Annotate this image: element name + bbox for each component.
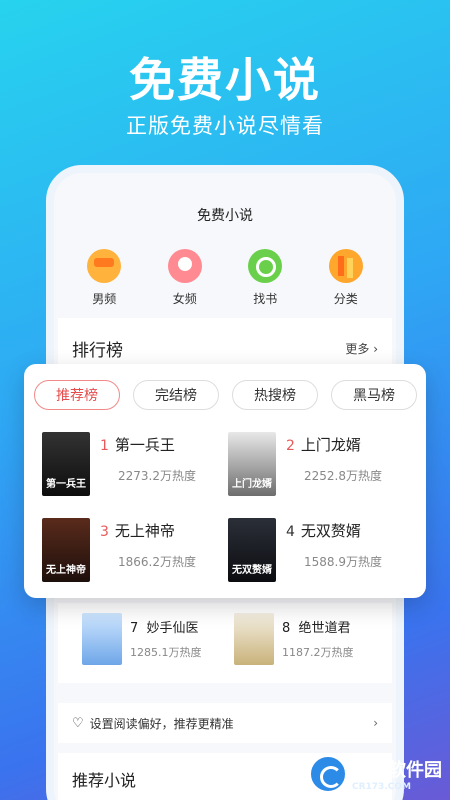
category-male[interactable]: 男频 [74,249,134,307]
category-label: 女频 [172,292,197,306]
book-cover [82,613,122,665]
book-name: 第一兵王 [114,436,175,454]
book-rank: 4 [286,524,295,540]
ranking-card: 推荐榜 完结榜 热搜榜 黑马榜 第一兵王 1 第一兵王 2273.2万热度 上门龙… [24,364,426,598]
book-rank: 7 [130,621,139,636]
list-item[interactable]: 7 妙手仙医 1285.1万热度 [82,613,202,665]
book-cover: 第一兵王 [42,432,90,496]
ranking-title: 排行榜 [72,340,123,361]
category-row: 男频 女频 找书 分类 [64,249,386,307]
book-heat: 1187.2万热度 [282,646,354,659]
list-item[interactable]: 第一兵王 1 第一兵王 2273.2万热度 [42,432,196,496]
male-channel-icon [87,249,122,283]
list-item[interactable]: 上门龙婿 2 上门龙婿 2252.8万热度 [228,432,382,496]
category-label: 找书 [253,292,278,306]
book-name: 无上神帝 [114,522,175,540]
book-rank: 8 [282,621,291,636]
ranking-tabs: 推荐榜 完结榜 热搜榜 黑马榜 [34,380,417,410]
book-name: 绝世道君 [298,621,351,636]
ranking-lower-list: 7 妙手仙医 1285.1万热度 8 绝世道君 1187.2万热度 [58,603,392,683]
site-watermark: 西西软件园 CR173.COM [308,754,442,794]
cover-title: 第一兵王 [46,479,86,490]
find-book-icon [248,249,283,283]
category-label: 分类 [333,292,358,306]
cover-title: 无双赘婿 [232,565,272,576]
book-heat: 1588.9万热度 [304,555,382,569]
book-rank: 3 [100,524,109,540]
cover-title: 无上神帝 [46,565,86,576]
book-name: 上门龙婿 [300,436,361,454]
category-icon [328,249,363,283]
ranking-more-link[interactable]: 更多 › [345,340,378,357]
book-heat: 1866.2万热度 [118,555,196,569]
category-find-book[interactable]: 找书 [235,249,295,307]
heart-icon: ♡ [72,715,84,731]
book-rank: 2 [286,438,295,454]
watermark-site: CR173.COM [352,782,411,792]
cover-title: 上门龙婿 [232,479,272,490]
category-female[interactable]: 女频 [155,249,215,307]
book-name: 妙手仙医 [146,621,199,636]
reading-preference-bar[interactable]: ♡ 设置阅读偏好，推荐更精准 › [58,703,392,743]
book-cover: 无双赘婿 [228,518,276,582]
book-heat: 1285.1万热度 [130,646,202,659]
app-title: 免费小说 [197,208,253,224]
category-label: 男频 [92,292,117,306]
preference-text: 设置阅读偏好，推荐更精准 [89,716,234,731]
tab-dark-horse[interactable]: 黑马榜 [331,380,417,410]
list-item[interactable]: 8 绝世道君 1187.2万热度 [234,613,354,665]
book-heat: 2252.8万热度 [304,469,382,483]
book-rank: 1 [100,438,109,454]
book-cover [234,613,274,665]
book-heat: 2273.2万热度 [118,469,196,483]
list-item[interactable]: 无上神帝 3 无上神帝 1866.2万热度 [42,518,196,582]
category-classify[interactable]: 分类 [316,249,376,307]
female-channel-icon [167,249,202,283]
book-cover: 无上神帝 [42,518,90,582]
book-cover: 上门龙婿 [228,432,276,496]
tab-completed[interactable]: 完结榜 [133,380,219,410]
watermark-name: 西西软件园 [352,760,442,781]
tab-recommend[interactable]: 推荐榜 [34,380,120,410]
list-item[interactable]: 无双赘婿 4 无双赘婿 1588.9万热度 [228,518,382,582]
book-name: 无双赘婿 [300,522,361,540]
hero-title: 免费小说 [129,53,321,107]
hero-subtitle: 正版免费小说尽情看 [126,114,324,138]
tab-hot-search[interactable]: 热搜榜 [232,380,318,410]
chevron-right-icon: › [373,716,378,730]
site-logo-icon [308,754,348,794]
